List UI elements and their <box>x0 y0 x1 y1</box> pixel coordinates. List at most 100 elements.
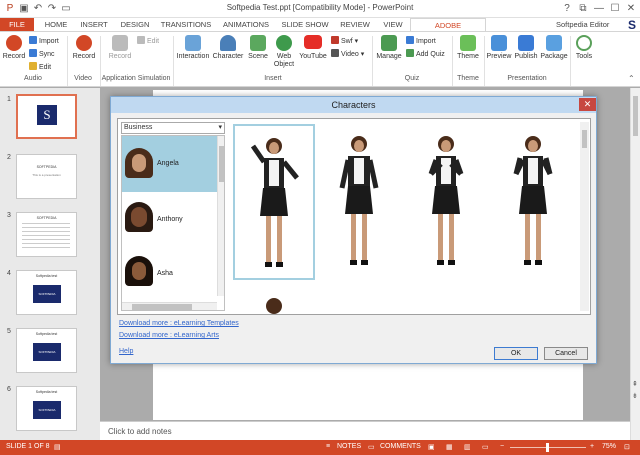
minimize-button[interactable]: — <box>592 2 606 16</box>
dialog-close-icon[interactable]: ✕ <box>579 98 596 111</box>
audio-import-button[interactable]: Import <box>29 36 59 46</box>
window-title: Softpedia Test.ppt [Compatibility Mode] … <box>226 3 414 12</box>
close-window-button[interactable]: ✕ <box>624 2 638 16</box>
face-skin <box>132 154 146 172</box>
scrollbar-thumb[interactable] <box>219 146 224 182</box>
web-object-button[interactable]: Web Object <box>272 35 296 69</box>
insert-video-button[interactable]: Video ▾ <box>331 49 364 59</box>
tab-animations[interactable]: ANIMATIONS <box>218 18 274 32</box>
zoom-in-icon[interactable]: + <box>590 443 594 450</box>
scrollbar-thumb[interactable] <box>132 304 192 310</box>
scene-button[interactable]: Scene <box>246 35 270 60</box>
collapse-ribbon-icon[interactable]: ⌃ <box>628 74 635 83</box>
tab-review[interactable]: REVIEW <box>336 18 374 32</box>
audio-edit-button[interactable]: Edit <box>29 62 51 72</box>
manage-quiz-button[interactable]: Manage <box>375 35 403 60</box>
previous-slide-icon[interactable]: ⇞ <box>632 380 638 388</box>
swf-button[interactable]: Swf ▾ <box>331 36 358 46</box>
theme-label: Theme <box>457 53 479 60</box>
help-button[interactable]: ? <box>560 2 574 16</box>
youtube-button[interactable]: YouTube <box>297 35 329 60</box>
video-record-label: Record <box>72 53 96 60</box>
maximize-button[interactable]: ☐ <box>608 2 622 16</box>
scrollbar-thumb[interactable] <box>633 96 638 136</box>
publish-button[interactable]: Publish <box>513 35 539 60</box>
normal-view-icon[interactable]: ▣ <box>428 443 435 451</box>
list-item[interactable]: Angela <box>122 136 217 192</box>
next-slide-icon[interactable]: ⇟ <box>632 392 638 400</box>
tab-view[interactable]: VIEW <box>378 18 408 32</box>
tab-adobe-presenter[interactable]: ADOBE PRESENTER <box>410 18 486 44</box>
preview-button[interactable]: Preview <box>486 35 512 60</box>
list-item[interactable]: Asha <box>122 248 217 304</box>
tab-file[interactable]: FILE <box>0 18 34 32</box>
editor-scrollbar[interactable]: ⇞ ⇟ <box>630 88 640 440</box>
list-item[interactable]: Anthony <box>122 192 217 248</box>
ribbon-display-button[interactable]: ⧉ <box>576 2 590 16</box>
reading-view-icon[interactable]: ▥ <box>464 443 471 451</box>
pose-thumbnail-partial[interactable] <box>266 298 282 314</box>
theme-button[interactable]: Theme <box>455 35 481 60</box>
notes-icon[interactable]: ≡ <box>326 443 330 450</box>
tab-home[interactable]: HOME <box>40 18 72 32</box>
pose-thumbnail[interactable] <box>494 124 576 280</box>
character-button[interactable]: Character <box>212 35 244 60</box>
sync-icon <box>29 49 37 57</box>
slideshow-icon[interactable]: ▭ <box>482 443 489 451</box>
interaction-button[interactable]: Interaction <box>176 35 210 60</box>
zoom-level[interactable]: 75% <box>602 443 616 450</box>
interaction-label: Interaction <box>176 53 210 60</box>
slide-sorter-icon[interactable]: ▦ <box>446 443 453 451</box>
appsim-record-button[interactable]: Record <box>106 35 134 60</box>
user-name[interactable]: Softpedia Editor <box>556 20 609 29</box>
comments-icon[interactable]: ▭ <box>368 443 375 451</box>
title-bar: P ▣ ↶ ↷ ▭ Softpedia Test.ppt [Compatibil… <box>0 0 640 18</box>
package-button[interactable]: Package <box>540 35 568 60</box>
notes-pane[interactable]: Click to add notes <box>100 421 630 440</box>
tab-slide-show[interactable]: SLIDE SHOW <box>278 18 332 32</box>
pose-thumbnail[interactable] <box>320 124 402 280</box>
tab-insert[interactable]: INSERT <box>76 18 112 32</box>
download-templates-link[interactable]: Download more : eLearning Templates <box>119 320 239 327</box>
slide-thumbnail-5[interactable]: Softpedia test SOFTPEDIA <box>16 328 77 373</box>
download-arts-link[interactable]: Download more : eLearning Arts <box>119 332 219 339</box>
slide-number: 1 <box>7 96 11 103</box>
zoom-slider-thumb[interactable] <box>546 443 549 452</box>
pose-thumbnail[interactable] <box>233 124 315 280</box>
list-scrollbar[interactable] <box>217 136 224 296</box>
tab-design[interactable]: DESIGN <box>116 18 154 32</box>
zoom-out-icon[interactable]: − <box>500 443 504 450</box>
cancel-button[interactable]: Cancel <box>544 347 588 360</box>
list-horizontal-scrollbar[interactable] <box>122 302 217 310</box>
video-record-button[interactable]: Record <box>71 35 97 60</box>
category-dropdown[interactable]: Business ▾ <box>121 122 225 134</box>
pose-thumbnail[interactable] <box>407 124 489 280</box>
scrollbar-thumb[interactable] <box>582 130 587 148</box>
audio-record-button[interactable]: Record <box>2 35 26 60</box>
quiz-import-button[interactable]: Import <box>406 36 436 46</box>
record-screen-icon <box>112 35 128 51</box>
status-bar: SLIDE 1 OF 8 ▤ ≡ NOTES ▭ COMMENTS ▣ ▦ ▥ … <box>0 440 640 455</box>
quiz-import-label: Import <box>416 38 436 45</box>
pose-scrollbar[interactable] <box>580 122 589 311</box>
ok-button[interactable]: OK <box>494 347 538 360</box>
add-quiz-button[interactable]: Add Quiz <box>406 49 445 59</box>
help-link[interactable]: Help <box>119 348 133 355</box>
tab-transitions[interactable]: TRANSITIONS <box>158 18 214 32</box>
audio-group-label: Audio <box>24 75 42 82</box>
spellcheck-icon[interactable]: ▤ <box>54 443 61 451</box>
slide-thumbnail-4[interactable]: Softpedia test SOFTPEDIA <box>16 270 77 315</box>
video-camera-icon <box>76 35 92 51</box>
appsim-edit-label: Edit <box>147 38 160 45</box>
slide-thumbnail-3[interactable]: SOFTPEDIA <box>16 212 77 257</box>
slide-thumbnail-1[interactable]: S <box>16 94 77 139</box>
slide-thumbnail-2[interactable]: SOFTPEDIA This is a presentation <box>16 154 77 199</box>
notes-button[interactable]: NOTES <box>337 443 361 450</box>
audio-sync-button[interactable]: Sync <box>29 49 55 59</box>
comments-button[interactable]: COMMENTS <box>380 443 421 450</box>
slide-thumbnail-6[interactable]: Softpedia test SOFTPEDIA <box>16 386 77 431</box>
tools-button[interactable]: Tools <box>573 35 595 60</box>
appsim-edit-button[interactable]: Edit <box>137 36 159 46</box>
character-pose-figure <box>428 136 464 265</box>
fit-to-window-icon[interactable]: ⊡ <box>624 443 630 451</box>
